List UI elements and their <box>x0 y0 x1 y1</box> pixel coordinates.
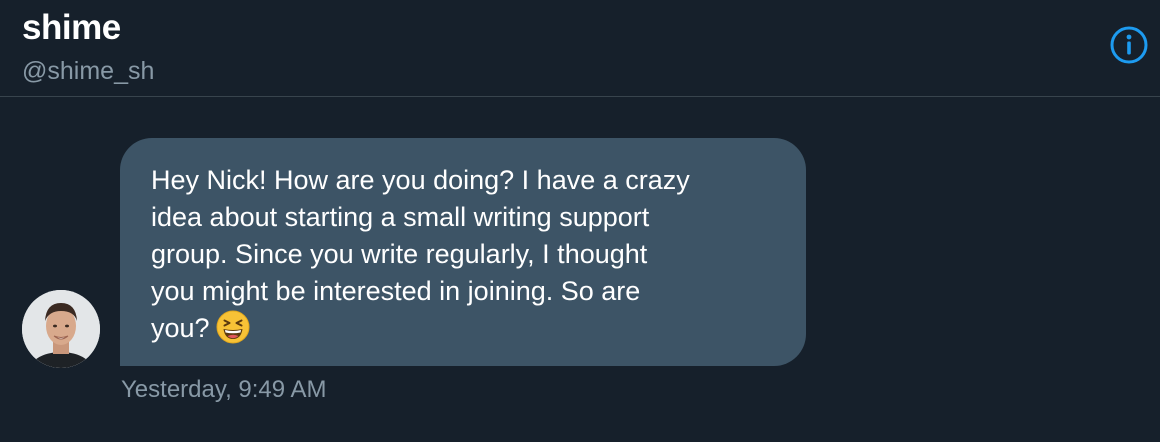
avatar[interactable] <box>22 290 100 368</box>
message-list: Hey Nick! How are you doing? I have a cr… <box>0 97 1160 442</box>
message-line: you? <box>151 313 210 343</box>
message-line: Hey Nick! How are you doing? I have a cr… <box>151 165 690 195</box>
message-timestamp: Yesterday, 9:49 AM <box>121 376 327 403</box>
grinning-squinting-face-icon <box>216 310 250 344</box>
message-line: group. Since you write regularly, I thou… <box>151 239 648 269</box>
dm-conversation-page: shime @shime_sh Hey Nick! How are you do <box>0 0 1160 442</box>
display-name[interactable]: shime <box>22 8 121 48</box>
message-line: idea about starting a small writing supp… <box>151 202 650 232</box>
user-handle[interactable]: @shime_sh <box>22 56 154 86</box>
message-bubble[interactable]: Hey Nick! How are you doing? I have a cr… <box>120 138 806 366</box>
message-line: you might be interested in joining. So a… <box>151 276 641 306</box>
info-icon[interactable] <box>1110 26 1148 64</box>
avatar-image <box>22 290 100 368</box>
conversation-header: shime @shime_sh <box>0 0 1160 97</box>
message-text: Hey Nick! How are you doing? I have a cr… <box>151 162 781 347</box>
